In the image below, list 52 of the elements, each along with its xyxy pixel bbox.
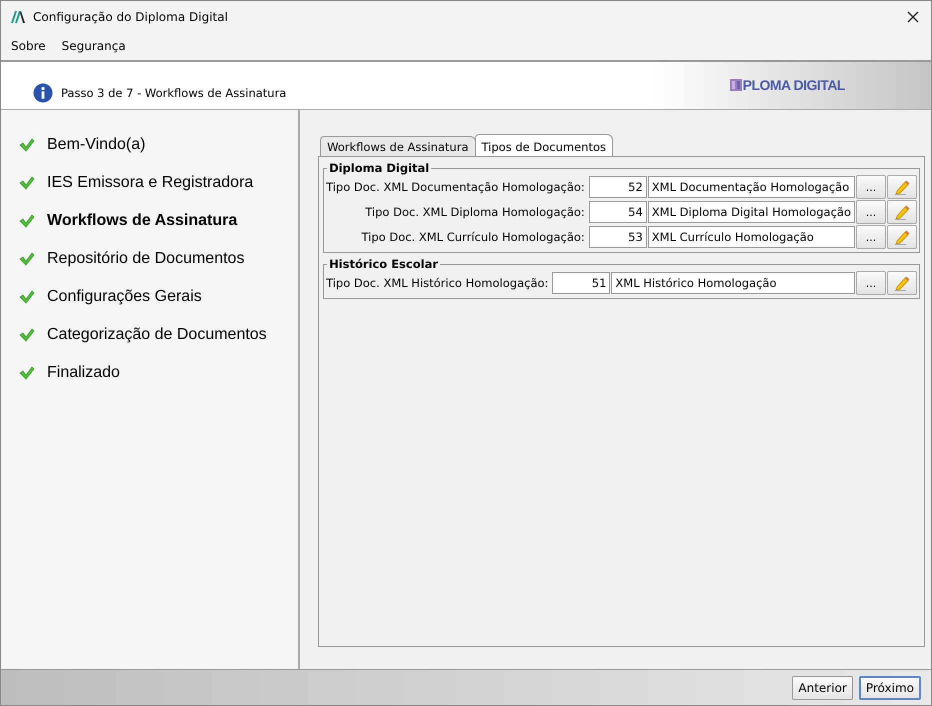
nav-button[interactable]: Próximo [858,676,921,700]
check-icon [19,290,35,304]
check-icon [19,252,35,266]
check-icon [19,176,35,190]
pencil-icon [894,275,910,291]
step-title: Passo 3 de 7 - Workflows de Assinatura [61,86,286,100]
name-field[interactable]: XML Diploma Digital Homologação [648,201,855,223]
step-item: Finalizado [1,362,298,384]
check-icon [19,366,35,380]
code-field[interactable]: 51 [552,272,610,294]
browse-button[interactable]: ... [856,175,886,199]
window-title: Configuração do Diploma Digital [33,10,229,24]
code-field[interactable]: 54 [588,201,647,223]
logo-text: PLOMA DIGITAL [742,77,845,93]
browse-button[interactable]: ... [856,200,886,224]
check-icon [19,138,35,152]
field-label: Tipo Doc. XML Histórico Homologação: [326,276,550,290]
edit-button[interactable] [887,271,917,295]
check-icon [19,214,35,228]
code-field[interactable]: 53 [588,226,647,248]
edit-button[interactable] [887,225,917,249]
menu-item[interactable]: Segurança [62,39,126,53]
group-title: Diploma Digital [328,161,430,175]
group-title: Histórico Escolar [328,257,439,271]
app-logo-icon [11,10,25,22]
field-label: Tipo Doc. XML Documentação Homologação: [326,180,586,194]
tab[interactable]: Workflows de Assinatura [320,136,476,156]
browse-button[interactable]: ... [856,225,886,249]
name-field[interactable]: XML Histórico Homologação [611,272,855,294]
step-item: Workflows de Assinatura [1,210,298,232]
step-item: Bem-Vindo(a) [1,134,298,156]
field-label: Tipo Doc. XML Currículo Homologação: [360,230,586,244]
code-field[interactable]: 52 [588,176,647,198]
menu-item[interactable]: Sobre [11,39,46,53]
pencil-icon [894,179,910,195]
field-label: Tipo Doc. XML Diploma Homologação: [364,205,586,219]
step-item: Configurações Gerais [1,286,298,308]
browse-button[interactable]: ... [856,271,886,295]
pencil-icon [894,229,910,245]
step-item: Categorização de Documentos [1,324,298,346]
name-field[interactable]: XML Documentação Homologação [648,176,855,198]
info-icon [33,83,53,103]
pencil-icon [894,204,910,220]
nav-button[interactable]: Anterior [792,676,853,700]
step-item: IES Emissora e Registradora [1,172,298,194]
edit-button[interactable] [887,200,917,224]
tab[interactable]: Tipos de Documentos [474,134,613,156]
edit-button[interactable] [887,175,917,199]
step-item: Repositório de Documentos [1,248,298,270]
logo-mark-icon [730,79,742,91]
name-field[interactable]: XML Currículo Homologação [648,226,855,248]
check-icon [19,328,35,342]
